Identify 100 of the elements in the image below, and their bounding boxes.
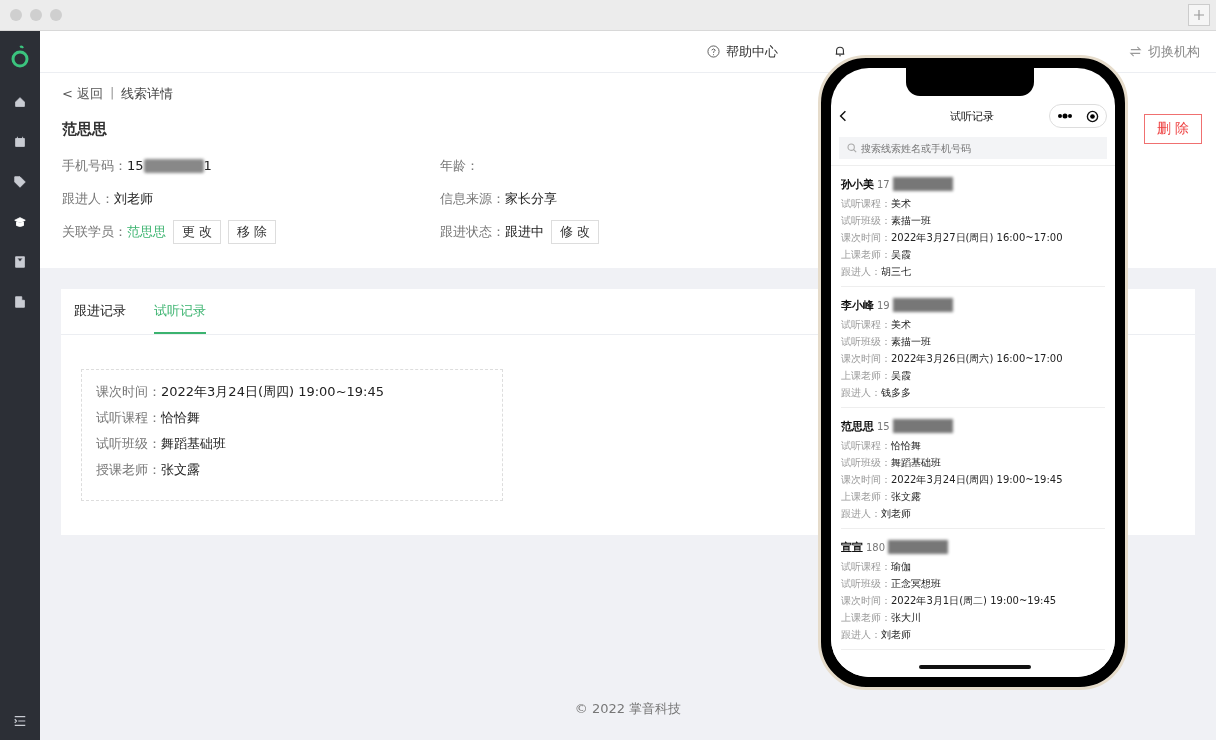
phone-prefix: 180: [866, 541, 886, 553]
redaction-block: [888, 540, 949, 554]
field-label: 课次时间：: [841, 593, 891, 608]
more-icon[interactable]: [1056, 113, 1073, 119]
field-label: 跟进人：: [841, 264, 881, 279]
field-label: 课次时间：: [841, 351, 891, 366]
phone-prefix: 19: [877, 299, 890, 311]
home-icon[interactable]: [13, 95, 27, 109]
field-label: 关联学员：: [62, 222, 127, 241]
field-value: 素描一班: [891, 334, 931, 349]
phone-prefix: 15: [127, 158, 144, 173]
record-item[interactable]: 李小峰 19 试听课程：美术 试听班级：素描一班 课次时间：2022年3月26日(周六) 16:00~17:00 上课老师：吴霞 跟进人：钱多多: [841, 287, 1105, 408]
record-item[interactable]: 宣宣 180 试听课程：瑜伽 试听班级：正念冥想班 课次时间：2022年3月1日(周二) 19:00~19:45 上课老师：张大川 跟进人：刘老师: [841, 529, 1105, 650]
record-item[interactable]: 孙小美 17 试听课程：美术 试听班级：素描一班 课次时间：2022年3月27日(周日) 16:00~17:00 上课老师：吴霞 跟进人：胡三七: [841, 166, 1105, 287]
field-label: 课次时间：: [841, 230, 891, 245]
field-value: 吴霞: [891, 368, 911, 383]
field-label: 试听课程：: [841, 317, 891, 332]
field-label: 上课老师：: [841, 368, 891, 383]
field-value: 家长分享: [505, 189, 557, 208]
bell-icon[interactable]: [834, 45, 846, 58]
field-label: 课次时间：: [841, 472, 891, 487]
help-center-link[interactable]: 帮助中心: [726, 42, 778, 61]
redaction-block: [892, 419, 953, 433]
field-value: 正念冥想班: [891, 576, 941, 591]
field-label: 试听班级：: [841, 213, 891, 228]
field-value: 张大川: [891, 610, 921, 625]
field-value: 2022年3月24日(周四) 19:00~19:45: [161, 383, 384, 401]
screen-title: 试听记录: [950, 108, 994, 124]
doc-icon[interactable]: [13, 295, 27, 309]
record-name: 李小峰: [841, 297, 874, 313]
field-value: 2022年3月26日(周六) 16:00~17:00: [891, 351, 1063, 366]
field-value: 2022年3月24日(周四) 19:00~19:45: [891, 472, 1063, 487]
small-button[interactable]: 修 改: [551, 219, 600, 244]
phone-suffix: 1: [203, 158, 212, 173]
copyright-text: © 2022 掌音科技: [573, 700, 683, 718]
field-value: 跟进中: [505, 222, 544, 241]
field-label: 课次时间：: [96, 383, 161, 401]
field-value: 恰恰舞: [161, 409, 200, 427]
record-name: 孙小美: [841, 176, 874, 192]
field-label: 跟进人：: [841, 385, 881, 400]
field-label: 试听班级：: [841, 576, 891, 591]
tag-icon[interactable]: [13, 175, 27, 189]
graduation-cap-icon[interactable]: [13, 215, 27, 229]
field-label: 上课老师：: [841, 610, 891, 625]
field-label: 授课老师：: [96, 461, 161, 479]
field-label: 跟进人：: [841, 627, 881, 642]
switch-org-link[interactable]: 切换机构: [1148, 42, 1200, 61]
field-value: 张文露: [161, 461, 200, 479]
page-title: 线索详情: [121, 85, 174, 103]
field-value: 素描一班: [891, 213, 931, 228]
field-label: 试听课程：: [96, 409, 161, 427]
field-value: 瑜伽: [891, 559, 911, 574]
search-field[interactable]: 搜索线索姓名或手机号码: [839, 137, 1107, 159]
lead-name: 范思思: [62, 119, 107, 139]
field-label: 试听课程：: [841, 196, 891, 211]
record-item[interactable]: 范思思 15 试听课程：恰恰舞 试听班级：舞蹈基础班 课次时间：2022年3月24日(周四) 19:00~19:45 上课老师：张文露 跟进人：刘老师: [841, 408, 1105, 529]
field-value: 恰恰舞: [891, 438, 921, 453]
field-label: 试听班级：: [841, 334, 891, 349]
field-value: 吴霞: [891, 247, 911, 262]
field-label: 试听班级：: [96, 435, 161, 453]
calendar-icon[interactable]: [13, 135, 27, 149]
field-value: 刘老师: [114, 189, 153, 208]
field-value: 2022年3月27日(周日) 16:00~17:00: [891, 230, 1063, 245]
help-icon: [707, 45, 720, 58]
redaction-block: [143, 158, 204, 173]
field-label: 试听课程：: [841, 438, 891, 453]
field-value: 2022年3月1日(周二) 19:00~19:45: [891, 593, 1057, 608]
back-icon[interactable]: [839, 110, 847, 122]
field-value: 舞蹈基础班: [891, 455, 941, 470]
field-value: 美术: [891, 317, 911, 332]
field-label: 试听班级：: [841, 455, 891, 470]
field-label: 信息来源：: [440, 189, 505, 208]
logo-icon: [10, 45, 30, 69]
menu-icon[interactable]: [13, 714, 27, 728]
field-label: 上课老师：: [841, 247, 891, 262]
field-label: 上课老师：: [841, 489, 891, 504]
target-icon[interactable]: [1086, 109, 1100, 123]
field-value: 刘老师: [881, 506, 911, 521]
redaction-block: [892, 177, 953, 191]
field-label: 试听课程：: [841, 559, 891, 574]
field-value: 张文露: [891, 489, 921, 504]
phone-prefix: 15: [877, 420, 890, 432]
breadcrumb-separator: |: [110, 85, 115, 102]
record-name: 宣宣: [841, 539, 863, 555]
switch-icon[interactable]: [1129, 45, 1142, 58]
small-button[interactable]: 移 除: [228, 219, 277, 244]
small-button[interactable]: 更 改: [173, 219, 222, 244]
delete-button[interactable]: 删 除: [1143, 114, 1202, 144]
field-value: 刘老师: [881, 627, 911, 642]
redaction-block: [892, 298, 953, 312]
tab[interactable]: 跟进记录: [74, 289, 126, 334]
field-label: 跟进人：: [62, 189, 114, 208]
back-link[interactable]: < 返回: [62, 85, 104, 103]
field-label: 跟进状态：: [440, 222, 505, 241]
field-label: 年龄：: [440, 156, 479, 175]
field-value: 钱多多: [881, 385, 911, 400]
field-label: 手机号码：: [62, 156, 127, 175]
field-value: 舞蹈基础班: [161, 435, 226, 453]
record-name: 范思思: [841, 418, 874, 434]
phone-prefix: 17: [877, 178, 890, 190]
